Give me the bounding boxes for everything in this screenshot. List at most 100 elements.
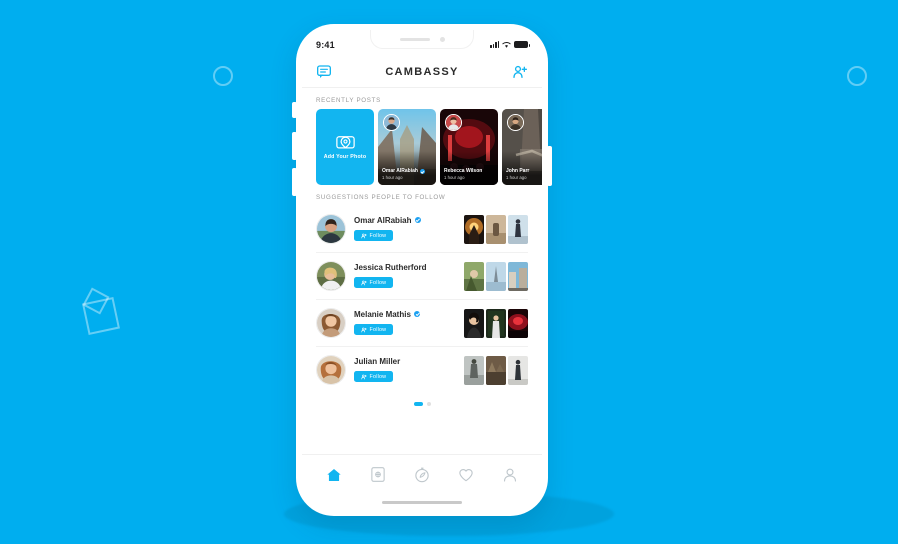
- avatar-image: [317, 309, 345, 337]
- thumbnail[interactable]: [464, 261, 484, 291]
- suggestions-label: SUGGESTIONS PEOPLE TO FOLLOW: [316, 194, 446, 201]
- thumbnail-image: [486, 308, 506, 338]
- avatar[interactable]: [316, 355, 346, 385]
- tab-add-post[interactable]: [369, 466, 387, 484]
- message-icon[interactable]: [316, 64, 332, 80]
- page-dot-inactive[interactable]: [426, 402, 431, 406]
- add-person-icon: [361, 327, 367, 332]
- status-time: 9:41: [316, 39, 335, 50]
- list-item-info: Omar AlRabiah Follow: [354, 215, 456, 244]
- avatar[interactable]: [316, 261, 346, 291]
- add-person-icon: [361, 233, 367, 238]
- avatar[interactable]: [316, 214, 346, 244]
- list-item[interactable]: Jessica Rutherford Follow: [316, 253, 528, 300]
- app-title: CAMBASSY: [385, 65, 459, 78]
- thumbnail[interactable]: [508, 308, 528, 338]
- thumbnail-image: [508, 261, 528, 291]
- status-bar: 9:41: [302, 30, 542, 56]
- thumbnail-image: [486, 261, 506, 291]
- avatar-image: [508, 115, 523, 130]
- story-card[interactable]: John Parr 1 hour ago: [502, 109, 542, 185]
- thumbnail[interactable]: [464, 214, 484, 244]
- thumbnail-image: [464, 355, 484, 385]
- thumbnail[interactable]: [486, 214, 506, 244]
- thumbnail[interactable]: [464, 355, 484, 385]
- add-post-icon: [371, 467, 385, 482]
- follow-button[interactable]: Follow: [354, 324, 394, 335]
- phone-volume-down-button[interactable]: [292, 168, 297, 196]
- thumbnail-strip[interactable]: [464, 261, 528, 291]
- list-item[interactable]: Melanie Mathis Follow: [316, 300, 528, 347]
- thumbnail-strip[interactable]: [464, 214, 528, 244]
- story-avatar[interactable]: [507, 114, 524, 131]
- thumbnail[interactable]: [508, 261, 528, 291]
- follow-button-label: Follow: [369, 279, 387, 286]
- home-icon: [327, 468, 341, 481]
- story-meta: John Parr 1 hour ago: [506, 168, 542, 181]
- story-name: John Parr: [506, 168, 530, 174]
- thumbnail-strip[interactable]: [464, 355, 528, 385]
- signal-bars-icon: [490, 41, 499, 48]
- add-your-photo-label: Add Your Photo: [323, 154, 367, 160]
- tab-explore[interactable]: [413, 466, 431, 484]
- list-item-info: Julian Miller Follow: [354, 356, 456, 385]
- phone-power-button[interactable]: [547, 146, 552, 186]
- thumbnail[interactable]: [508, 355, 528, 385]
- thumbnail[interactable]: [486, 308, 506, 338]
- list-item-info: Melanie Mathis Follow: [354, 309, 456, 338]
- follow-button-label: Follow: [369, 232, 387, 239]
- decoration-circle-right: [847, 66, 867, 86]
- add-person-icon: [361, 374, 367, 379]
- avatar-image: [317, 356, 345, 384]
- story-card[interactable]: Rebecca Wilson 1 hour ago: [440, 109, 498, 185]
- thumbnail[interactable]: [486, 261, 506, 291]
- app-header: CAMBASSY: [302, 56, 542, 88]
- home-indicator[interactable]: [302, 494, 542, 510]
- stories-row[interactable]: Add Your Photo Omar AlRabiah 1 hour ago …: [302, 109, 542, 185]
- follow-button-label: Follow: [369, 373, 387, 380]
- thumbnail-strip[interactable]: [464, 308, 528, 338]
- story-avatar[interactable]: [383, 114, 400, 131]
- follow-button[interactable]: Follow: [354, 230, 394, 241]
- thumbnail[interactable]: [508, 214, 528, 244]
- story-card[interactable]: Omar AlRabiah 1 hour ago: [378, 109, 436, 185]
- add-person-icon[interactable]: [512, 64, 528, 80]
- avatar[interactable]: [316, 308, 346, 338]
- tab-home[interactable]: [325, 466, 343, 484]
- story-name: Omar AlRabiah: [382, 168, 418, 174]
- thumbnail-image: [464, 308, 484, 338]
- pagination-dots[interactable]: [302, 393, 542, 412]
- thumbnail-image: [464, 261, 484, 291]
- person-name: Jessica Rutherford: [354, 262, 427, 272]
- story-avatar[interactable]: [445, 114, 462, 131]
- tab-activity[interactable]: [457, 466, 475, 484]
- story-time: 1 hour ago: [382, 175, 403, 180]
- story-meta: Omar AlRabiah 1 hour ago: [382, 168, 433, 181]
- tab-profile[interactable]: [501, 466, 519, 484]
- phone-volume-up-button[interactable]: [292, 132, 297, 160]
- page-dot-active[interactable]: [413, 402, 423, 406]
- list-item[interactable]: Omar AlRabiah Follow: [316, 206, 528, 253]
- thumbnail-image: [486, 214, 506, 244]
- camera-pin-icon: [335, 136, 355, 149]
- person-name: Omar AlRabiah: [354, 215, 412, 225]
- avatar-image: [317, 262, 345, 290]
- thumbnail[interactable]: [464, 308, 484, 338]
- thumbnail-image: [464, 214, 484, 244]
- person-name-row: Jessica Rutherford: [354, 262, 456, 273]
- phone-screen: 9:41 CAMBASSY RECENTLY POSTS Add Your Ph…: [302, 30, 542, 510]
- decoration-square-large: [82, 297, 120, 335]
- phone-mute-button[interactable]: [292, 102, 297, 118]
- thumbnail[interactable]: [486, 355, 506, 385]
- suggestion-list: Omar AlRabiah Follow Jessica Rutherford …: [302, 206, 542, 393]
- follow-button[interactable]: Follow: [354, 371, 394, 382]
- follow-button[interactable]: Follow: [354, 277, 394, 288]
- story-name: Rebecca Wilson: [444, 168, 483, 174]
- compass-icon: [415, 467, 429, 482]
- list-item[interactable]: Julian Miller Follow: [316, 347, 528, 393]
- avatar-image: [446, 115, 461, 130]
- add-your-photo-card[interactable]: Add Your Photo: [316, 109, 374, 185]
- thumbnail-image: [508, 308, 528, 338]
- add-person-icon: [361, 280, 367, 285]
- verified-badge-icon: [414, 216, 421, 224]
